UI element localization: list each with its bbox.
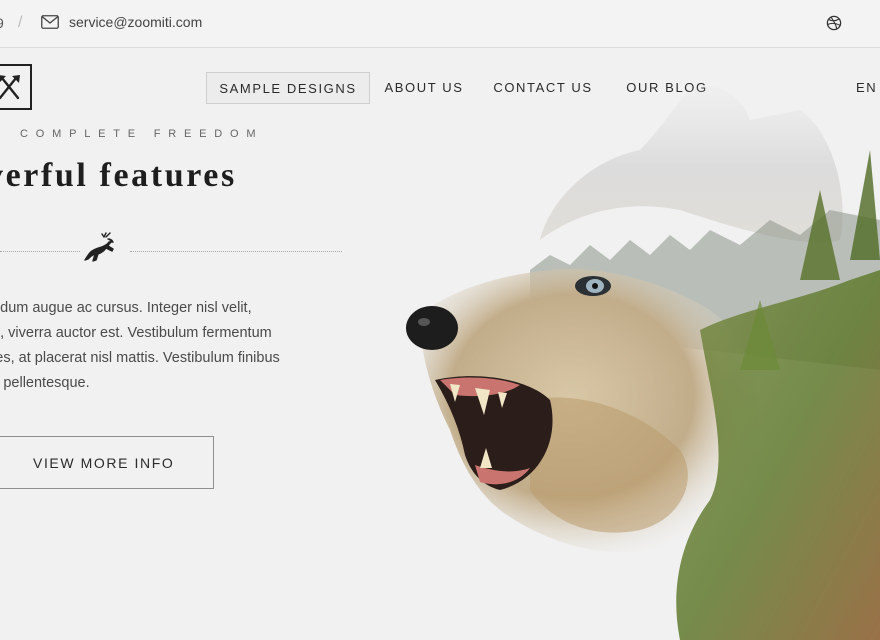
view-more-info-button[interactable]: VIEW MORE INFO [0,436,214,489]
wolf-forest-image [406,86,880,640]
dribbble-icon[interactable] [826,15,842,31]
top-bar: 9 / service@zoomiti.com [0,0,880,48]
divider-line [0,251,80,252]
paragraph-line: ales, at placerat nisl mattis. Vestibulu… [0,350,280,366]
leaping-deer-icon [84,232,114,262]
separator: / [18,14,23,31]
hero-headline: verful features [0,157,237,194]
paragraph-line: ae, viverra auctor est. Vestibulum ferme… [0,325,272,341]
hero-paragraph: endum augue ac cursus. Integer nisl veli… [0,296,344,396]
crossed-axes-icon [0,75,20,100]
hero-image [380,70,880,640]
nav-sample-designs[interactable]: SAMPLE DESIGNS [206,72,370,104]
hero-eyebrow: COMPLETE FREEDOM [20,128,264,140]
mail-icon [41,15,59,29]
phone-number[interactable]: 9 [0,15,4,31]
email-link[interactable]: service@zoomiti.com [69,14,202,30]
paragraph-line: endum augue ac cursus. Integer nisl veli… [0,300,252,316]
paragraph-line: es pellentesque. [0,375,90,391]
divider-line [130,251,342,252]
site-logo[interactable] [0,64,32,110]
